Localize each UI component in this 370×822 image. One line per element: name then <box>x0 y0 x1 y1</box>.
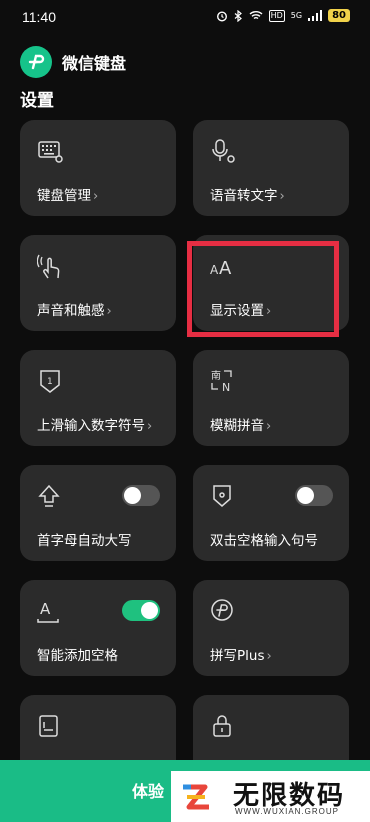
auto-capitalize-toggle[interactable] <box>122 485 160 506</box>
alarm-icon <box>216 10 227 22</box>
fuzzy-pinyin-icon: 南N <box>211 369 232 394</box>
network-label: 5G <box>290 11 303 20</box>
card-pinyin-plus-label: 拼写Plus › <box>210 648 272 664</box>
card-keyboard-manage-label: 键盘管理 › <box>37 188 99 204</box>
chevron-right-icon: › <box>147 419 153 434</box>
signal-icon <box>308 10 323 21</box>
mic-settings-icon <box>212 139 235 163</box>
hd-badge: HD <box>268 9 285 22</box>
app-header: 微信键盘 <box>20 44 126 80</box>
toggle-knob <box>124 487 141 504</box>
chevron-right-icon: › <box>266 419 272 434</box>
battery-indicator: 80 <box>328 9 350 22</box>
space-text-icon: A <box>37 600 59 623</box>
touch-vibrate-icon <box>37 254 60 279</box>
keyboard-settings-icon <box>38 141 63 163</box>
card-keyboard-manage[interactable]: 键盘管理 › <box>20 120 176 216</box>
wifi-icon <box>249 11 263 20</box>
svg-text:南: 南 <box>211 369 221 382</box>
app-logo-icon <box>20 46 52 78</box>
status-icons: HD 5G 80 <box>216 9 350 22</box>
toggle-knob <box>297 487 314 504</box>
card-smart-space[interactable]: A 智能添加空格 <box>20 580 176 676</box>
card-auto-capitalize[interactable]: 首字母自动大写 <box>20 465 176 561</box>
app-title: 微信键盘 <box>62 54 127 73</box>
svg-text:A: A <box>40 600 51 618</box>
highlight-frame <box>187 241 339 337</box>
shift-arrow-icon <box>38 484 60 507</box>
double-space-period-toggle[interactable] <box>295 485 333 506</box>
card-double-space-period[interactable]: 双击空格输入句号 <box>193 465 349 561</box>
status-bar: 11:40 HD 5G 80 <box>0 0 370 34</box>
card-fuzzy-pinyin-label: 模糊拼音 › <box>210 418 272 434</box>
card-sound-haptics[interactable]: 声音和触感 › <box>20 235 176 331</box>
card-fuzzy-pinyin[interactable]: 南N 模糊拼音 › <box>193 350 349 446</box>
card-swipe-up-input[interactable]: 1 上滑输入数字符号 › <box>20 350 176 446</box>
banner-text: 体验 <box>132 782 165 801</box>
watermark: 无限数码 WWW.WUXIAN.GROUP <box>171 771 370 822</box>
period-shield-icon <box>213 485 231 507</box>
card-voice-to-text[interactable]: 语音转文字 › <box>193 120 349 216</box>
chevron-right-icon: › <box>279 189 285 204</box>
card-pinyin-plus[interactable]: 拼写Plus › <box>193 580 349 676</box>
watermark-logo-icon <box>183 784 209 810</box>
plus-logo-icon <box>211 599 233 621</box>
svg-text:N: N <box>222 381 230 394</box>
bluetooth-icon <box>234 9 242 22</box>
document-icon <box>39 715 58 737</box>
swipe-up-number-icon: 1 <box>40 370 60 393</box>
toggle-knob <box>141 602 158 619</box>
chevron-right-icon: › <box>93 189 99 204</box>
card-double-space-period-label: 双击空格输入句号 <box>210 533 318 549</box>
status-time: 11:40 <box>22 9 56 25</box>
section-title: 设置 <box>20 91 54 111</box>
card-voice-to-text-label: 语音转文字 › <box>210 188 285 204</box>
smart-space-toggle[interactable] <box>122 600 160 621</box>
card-auto-capitalize-label: 首字母自动大写 <box>37 533 132 549</box>
card-sound-haptics-label: 声音和触感 › <box>37 303 112 319</box>
chevron-right-icon: › <box>266 649 272 664</box>
lock-icon <box>213 715 231 737</box>
card-smart-space-label: 智能添加空格 <box>37 648 118 664</box>
chevron-right-icon: › <box>106 304 112 319</box>
svg-text:1: 1 <box>47 377 53 387</box>
card-swipe-up-input-label: 上滑输入数字符号 › <box>37 418 153 434</box>
watermark-subtitle: WWW.WUXIAN.GROUP <box>235 807 339 816</box>
